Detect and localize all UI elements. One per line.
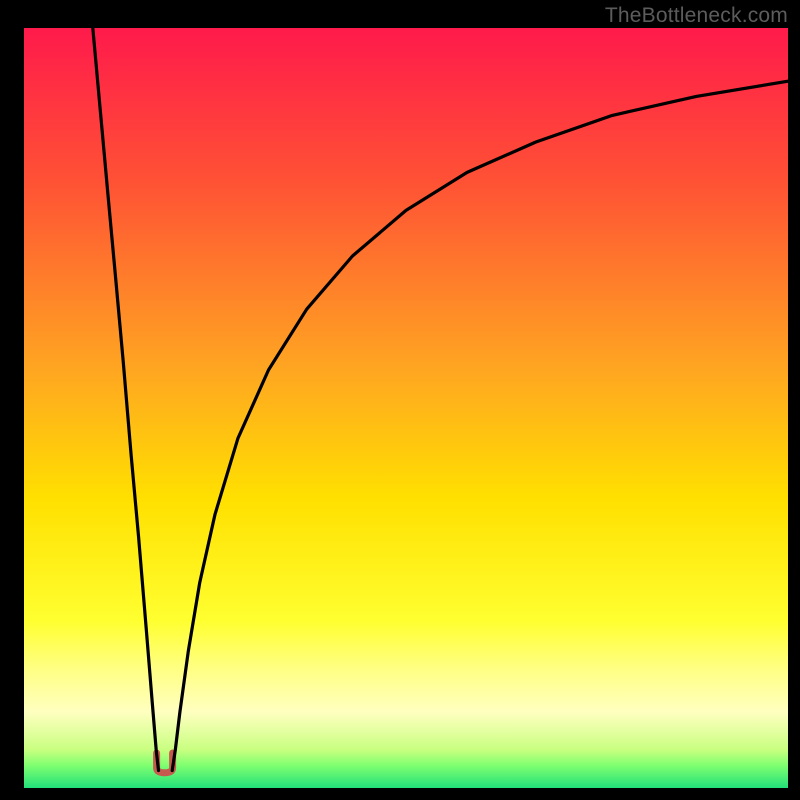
chart-svg	[0, 0, 800, 800]
watermark-text: TheBottleneck.com	[605, 4, 788, 28]
chart-gradient-background	[24, 28, 788, 788]
chart-frame: TheBottleneck.com	[0, 0, 800, 800]
